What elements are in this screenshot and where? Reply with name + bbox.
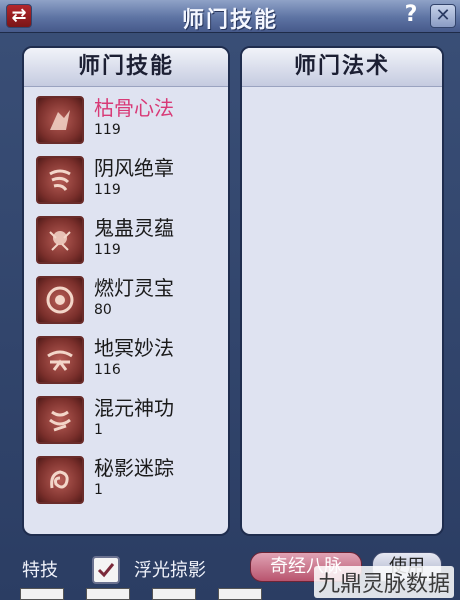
skill-level: 1 — [94, 422, 103, 438]
special-checkbox[interactable] — [92, 556, 120, 584]
special-label: 特技 — [22, 560, 58, 581]
skill-level: 119 — [94, 122, 121, 138]
close-icon: ✕ — [435, 5, 451, 26]
skill-name: 阴风绝章 — [94, 156, 174, 180]
skill-level: 119 — [94, 242, 121, 258]
check-icon — [97, 563, 115, 578]
slot[interactable] — [86, 588, 130, 600]
slot[interactable] — [20, 588, 64, 600]
window-title: 师门技能 — [181, 8, 278, 33]
underworld-icon[interactable] — [36, 336, 84, 384]
checkbox-label: 浮光掠影 — [134, 560, 206, 581]
skill-name: 鬼蛊灵蕴 — [94, 216, 174, 240]
slot[interactable] — [218, 588, 262, 600]
skill-name: 混元神功 — [94, 396, 174, 420]
skill-level: 1 — [94, 482, 103, 498]
skill-item[interactable]: 混元神功 1 — [34, 394, 224, 450]
school-skills-panel: 师门技能 枯骨心法 119 阴风绝章 119 鬼蛊灵蕴 119 燃灯灵宝 80 … — [22, 46, 230, 536]
help-button[interactable]: ? — [398, 4, 424, 28]
close-button[interactable]: ✕ — [430, 4, 456, 28]
slot[interactable] — [152, 588, 196, 600]
school-skills-header: 师门技能 — [24, 48, 228, 87]
skill-item[interactable]: 阴风绝章 119 — [34, 154, 224, 210]
skill-name: 秘影迷踪 — [94, 456, 174, 480]
skill-item[interactable]: 地冥妙法 116 — [34, 334, 224, 390]
skill-name: 枯骨心法 — [94, 96, 174, 120]
skill-window: ⇄ 师门技能 ? ✕ 师门技能 枯骨心法 119 阴风绝章 119 鬼蛊灵蕴 1… — [0, 0, 460, 600]
skill-item[interactable]: 鬼蛊灵蕴 119 — [34, 214, 224, 270]
skill-name: 燃灯灵宝 — [94, 276, 174, 300]
skill-level: 80 — [94, 302, 112, 318]
skill-name: 地冥妙法 — [94, 336, 174, 360]
skull-heart-icon[interactable] — [36, 96, 84, 144]
skill-item[interactable]: 秘影迷踪 1 — [34, 454, 224, 510]
wind-scroll-icon[interactable] — [36, 156, 84, 204]
shadow-trace-icon[interactable] — [36, 456, 84, 504]
ghost-gu-icon[interactable] — [36, 216, 84, 264]
chaos-origin-icon[interactable] — [36, 396, 84, 444]
skill-level: 116 — [94, 362, 121, 378]
skill-item[interactable]: 枯骨心法 119 — [34, 94, 224, 150]
school-spells-header: 师门法术 — [242, 48, 442, 87]
skill-item[interactable]: 燃灯灵宝 80 — [34, 274, 224, 330]
school-spells-panel: 师门法术 — [240, 46, 444, 536]
skill-level: 119 — [94, 182, 121, 198]
lamp-treasure-icon[interactable] — [36, 276, 84, 324]
title-bar[interactable]: ⇄ 师门技能 ? ✕ — [0, 0, 460, 33]
watermark: 九鼎灵脉数据 — [313, 566, 454, 598]
